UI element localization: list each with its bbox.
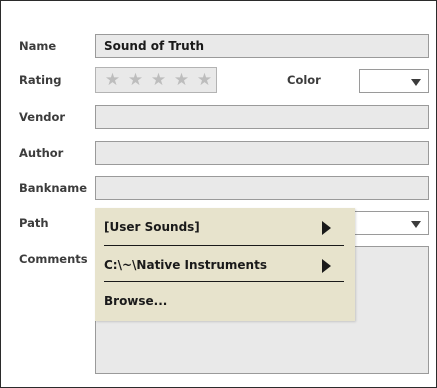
submenu-arrow-icon (322, 221, 331, 235)
menu-item-label: Browse... (104, 294, 168, 308)
rating-stars[interactable]: ★ ★ ★ ★ ★ (95, 67, 217, 93)
color-dropdown[interactable] (359, 69, 429, 93)
menu-separator (104, 281, 344, 282)
submenu-arrow-icon (322, 259, 331, 273)
path-label: Path (19, 216, 49, 230)
sound-info-panel: Name Sound of Truth Rating ★ ★ ★ ★ ★ Col… (0, 0, 437, 388)
star-icon[interactable]: ★ (101, 70, 124, 90)
vendor-label: Vendor (19, 110, 66, 124)
chevron-down-icon (411, 79, 421, 86)
name-field[interactable]: Sound of Truth (95, 34, 429, 58)
name-label: Name (19, 39, 57, 53)
menu-separator (104, 245, 344, 246)
menu-item-label: C:\~\Native Instruments (104, 258, 267, 272)
rating-label: Rating (19, 73, 62, 87)
star-icon[interactable]: ★ (124, 70, 147, 90)
menu-item-label: [User Sounds] (104, 220, 200, 234)
comments-label: Comments (19, 252, 88, 266)
menu-item-native-instruments[interactable]: C:\~\Native Instruments (95, 248, 355, 282)
chevron-down-icon (411, 221, 421, 228)
author-field[interactable] (95, 141, 429, 165)
bankname-label: Bankname (19, 181, 88, 195)
star-icon[interactable]: ★ (147, 70, 170, 90)
star-icon[interactable]: ★ (170, 70, 193, 90)
vendor-field[interactable] (95, 105, 429, 129)
menu-item-browse[interactable]: Browse... (95, 284, 355, 318)
menu-item-user-sounds[interactable]: [User Sounds] (95, 210, 355, 244)
path-popup-menu: [User Sounds] C:\~\Native Instruments Br… (95, 208, 355, 321)
color-label: Color (287, 73, 321, 87)
author-label: Author (19, 146, 64, 160)
name-value: Sound of Truth (104, 39, 204, 53)
star-icon[interactable]: ★ (193, 70, 216, 90)
bankname-field[interactable] (95, 176, 429, 200)
